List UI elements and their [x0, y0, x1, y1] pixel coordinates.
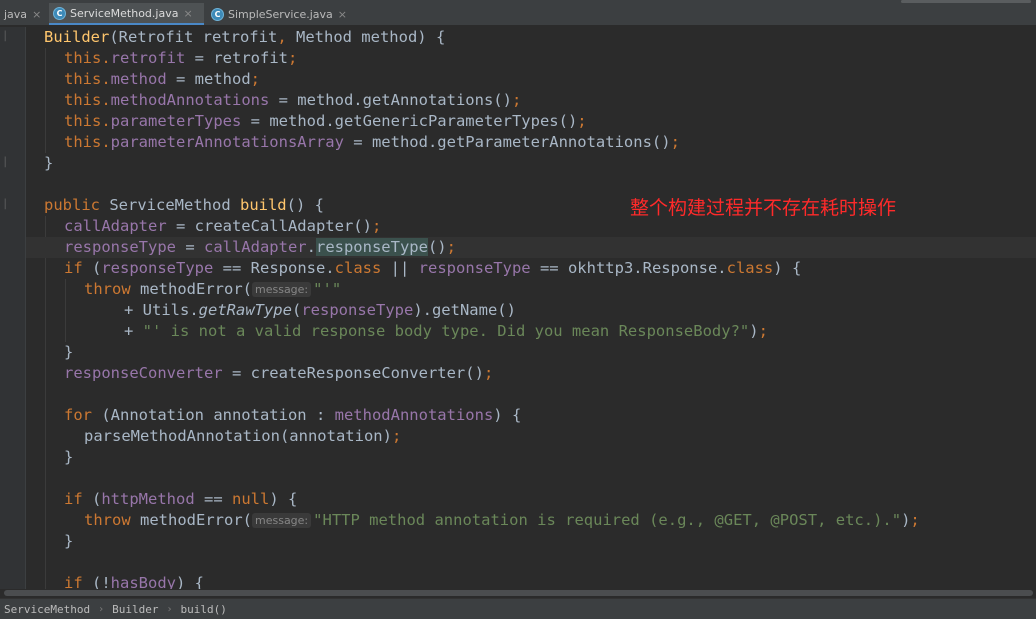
code-line: callAdapter = createCallAdapter(); — [64, 217, 382, 235]
tab-label: ServiceMethod.java — [70, 6, 179, 20]
code-line: this.retrofit = retrofit; — [64, 49, 298, 67]
editor-tab-bar: java × C ServiceMethod.java × C SimpleSe… — [0, 0, 1036, 26]
code-line: this.parameterAnnotationsArray = method.… — [64, 133, 680, 151]
breadcrumb-item-class[interactable]: ServiceMethod — [0, 603, 94, 616]
parameter-hint: message: — [252, 282, 312, 297]
code-line: } — [64, 343, 74, 361]
tab-scrollbar[interactable] — [901, 0, 1031, 3]
java-class-icon: C — [211, 7, 224, 21]
editor-gutter: ▕ ▕ ▕ — [0, 27, 26, 589]
code-line: this.method = method; — [64, 70, 261, 88]
code-line: if (responseType == Response.class || re… — [64, 259, 802, 277]
code-line: if (httpMethod == null) { — [64, 490, 298, 508]
code-line: throw methodError(message: "'" — [84, 280, 342, 298]
indent-guide — [45, 48, 46, 153]
code-line: public ServiceMethod build() { — [44, 196, 324, 214]
code-line-current: responseType = callAdapter.responseType(… — [26, 237, 1036, 258]
tab-label: java — [4, 7, 28, 21]
code-line: + "' is not a valid response body type. … — [124, 322, 768, 340]
scrollbar-thumb[interactable] — [4, 590, 1033, 596]
breadcrumb-item-method[interactable]: build() — [177, 603, 231, 616]
code-line: } — [64, 532, 74, 550]
close-icon[interactable]: × — [338, 8, 347, 21]
horizontal-scrollbar[interactable] — [0, 589, 1036, 598]
code-line: this.parameterTypes = method.getGenericP… — [64, 112, 587, 130]
close-icon[interactable]: × — [32, 8, 41, 21]
code-line: this.methodAnnotations = method.getAnnot… — [64, 91, 522, 109]
code-line: throw methodError(message: "HTTP method a… — [84, 511, 920, 529]
code-line: parseMethodAnnotation(annotation); — [84, 427, 402, 445]
code-line: if (!hasBody) { — [64, 574, 204, 589]
annotation-note: 整个构建过程并不存在耗时操作 — [630, 197, 897, 219]
indent-guide — [45, 216, 46, 589]
code-line: + Utils.getRawType(responseType).getName… — [124, 301, 516, 319]
chevron-right-icon: › — [98, 603, 105, 615]
fold-icon[interactable]: ▕ — [0, 200, 6, 210]
fold-icon[interactable]: ▕ — [0, 158, 6, 168]
code-line: responseConverter = createResponseConver… — [64, 364, 494, 382]
code-editor[interactable]: Builder(Retrofit retrofit, Method method… — [26, 27, 1036, 589]
code-line: Builder(Retrofit retrofit, Method method… — [44, 28, 446, 46]
breadcrumb-item-builder[interactable]: Builder — [108, 603, 162, 616]
tab-service-method[interactable]: C ServiceMethod.java × — [49, 3, 204, 25]
chevron-right-icon: › — [166, 603, 173, 615]
tab-simple-service[interactable]: C SimpleService.java × — [207, 3, 361, 25]
indent-guide — [65, 279, 66, 342]
tab-java[interactable]: java × — [0, 3, 46, 25]
code-line: } — [64, 448, 74, 466]
code-line: } — [44, 154, 54, 172]
close-icon[interactable]: × — [183, 7, 192, 20]
java-class-icon: C — [53, 6, 66, 20]
parameter-hint: message: — [252, 513, 312, 528]
breadcrumb: ServiceMethod › Builder › build() — [0, 598, 1036, 619]
code-line: for (Annotation annotation : methodAnnot… — [64, 406, 522, 424]
fold-icon[interactable]: ▕ — [0, 32, 6, 42]
tab-label: SimpleService.java — [228, 7, 333, 21]
